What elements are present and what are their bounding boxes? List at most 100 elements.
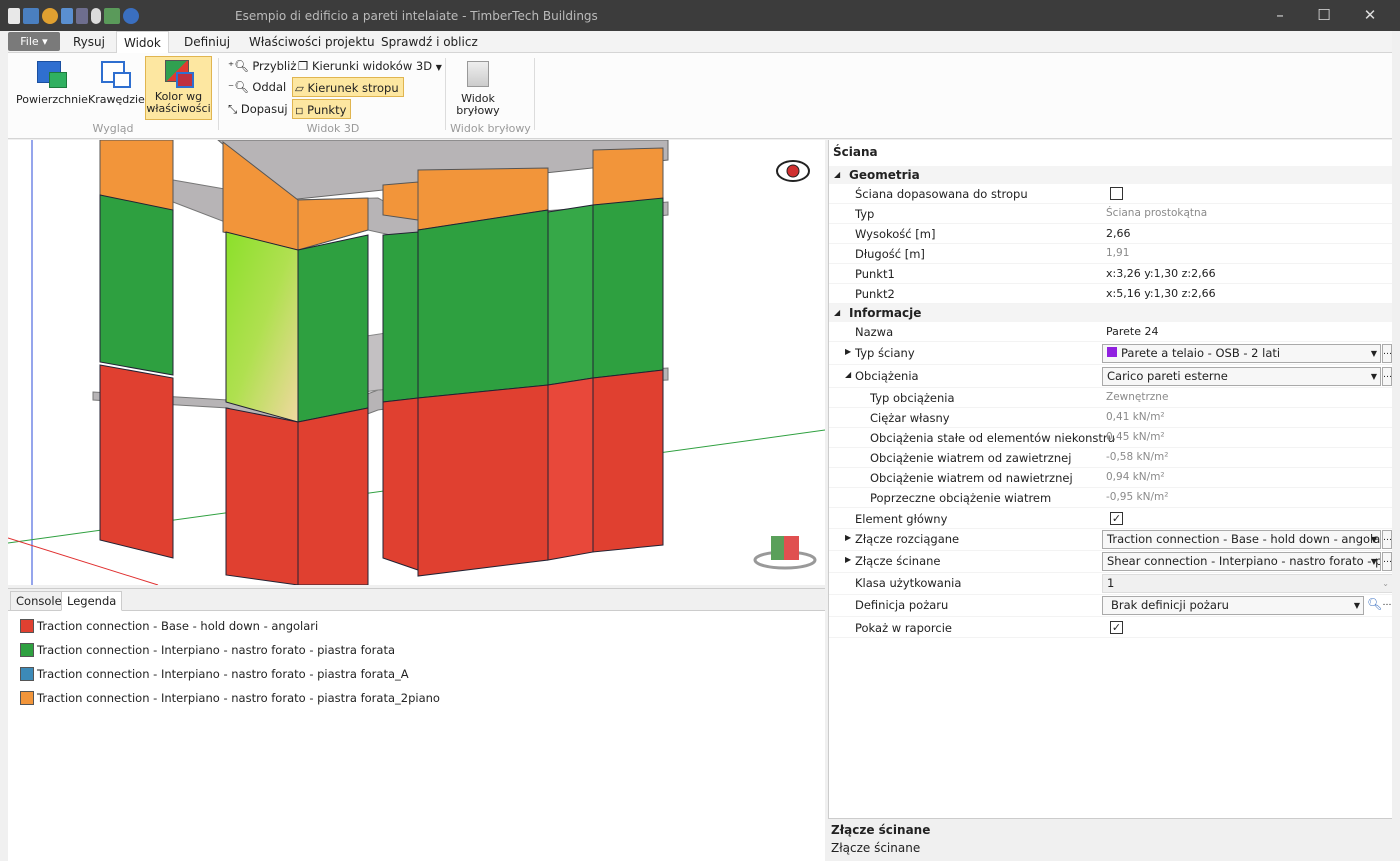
tab-wlasciwosci-projektu[interactable]: Właściwości projektu <box>242 31 382 53</box>
chevron-down-icon: ▼ <box>1370 557 1377 566</box>
tension-connection-more-button[interactable]: … <box>1382 530 1392 549</box>
fire-definition-more-button[interactable]: … <box>1382 596 1392 615</box>
property-label: Obciążenia <box>855 369 919 383</box>
tab-legenda[interactable]: Legenda <box>61 591 123 611</box>
selected-wall[interactable] <box>225 231 299 423</box>
wall-orange[interactable] <box>382 181 419 221</box>
save-icon[interactable] <box>23 8 39 24</box>
wall-type-more-button[interactable]: … <box>1382 344 1392 363</box>
collapse-icon[interactable]: ◢ <box>845 370 851 379</box>
property-label: Typ obciążenia <box>870 391 955 405</box>
edges-button[interactable]: Krawędzie <box>88 56 145 120</box>
category-label: Informacje <box>849 306 922 320</box>
3d-viewport[interactable] <box>8 140 825 585</box>
undo-icon[interactable] <box>61 8 73 24</box>
property-label: Pokaż w raporcie <box>855 621 952 635</box>
wall-green[interactable] <box>297 234 369 423</box>
tab-rysuj[interactable]: Rysuj <box>66 31 112 53</box>
shear-connection-value: Shear connection - Interpiano - nastro f… <box>1107 554 1381 568</box>
property-label: Ciężar własny <box>870 411 950 425</box>
wall-green[interactable] <box>547 204 594 386</box>
wall-orange[interactable] <box>592 147 664 206</box>
property-value: -0,95 kN/m² <box>1106 491 1169 503</box>
loads-dropdown[interactable]: Carico pareti esterne ▼ <box>1102 367 1381 386</box>
slab-direction-button[interactable]: ▱ Kierunek stropu <box>292 77 404 97</box>
wall-red[interactable] <box>417 384 549 577</box>
group-label-widok-brylowy: Widok bryłowy <box>450 122 531 135</box>
service-class-dropdown[interactable]: 1 ⌄ <box>1102 574 1393 593</box>
points-button[interactable]: ◽ Punkty <box>292 99 352 119</box>
height-value[interactable]: 2,66 <box>1106 227 1131 240</box>
property-row: Długość [m] 1,91 <box>829 244 1393 264</box>
shear-connection-dropdown[interactable]: Shear connection - Interpiano - nastro f… <box>1102 552 1381 571</box>
tension-connection-dropdown[interactable]: Traction connection - Base - hold down -… <box>1102 530 1381 549</box>
close-button[interactable]: ✕ <box>1350 4 1390 26</box>
view-directions-button[interactable]: ❒ Kierunki widoków 3D ▼ <box>296 56 442 76</box>
color-by-property-button[interactable]: Kolor wg właściwości <box>145 56 212 120</box>
legend-item: Traction connection - Base - hold down -… <box>20 618 318 634</box>
category-informacje[interactable]: ◢ Informacje <box>829 304 1393 322</box>
search-icon[interactable]: 🔍︎ <box>1367 597 1382 611</box>
legend-swatch <box>20 667 34 681</box>
wall-green[interactable] <box>592 197 664 379</box>
wall-red[interactable] <box>99 364 174 559</box>
wall-green[interactable] <box>382 231 419 403</box>
fit-button[interactable]: ⤡ Dopasuj <box>226 99 288 119</box>
shear-connection-more-button[interactable]: … <box>1382 552 1392 571</box>
main-element-checkbox[interactable]: ✓ <box>1110 512 1123 525</box>
category-geometria[interactable]: ◢ Geometria <box>829 166 1393 184</box>
ribbon-tabs: File ▾ Rysuj Widok Definiuj Właściwości … <box>8 31 1392 54</box>
property-row: Klasa użytkowania 1 ⌄ <box>829 573 1393 595</box>
tab-widok[interactable]: Widok <box>116 31 169 54</box>
building-model[interactable] <box>8 140 825 585</box>
wall-green[interactable] <box>417 209 549 399</box>
point2-value[interactable]: x:5,16 y:1,30 z:2,66 <box>1106 287 1216 300</box>
tab-sprawdz-i-oblicz[interactable]: Sprawdź i oblicz <box>374 31 485 53</box>
property-label: Złącze ścinane <box>855 554 941 568</box>
zoom-in-button[interactable]: ⁺🔍︎ Przybliż <box>226 56 296 76</box>
help-icon[interactable] <box>123 8 139 24</box>
wall-red[interactable] <box>547 377 594 561</box>
visibility-eye-icon[interactable] <box>776 160 810 182</box>
name-value[interactable]: Parete 24 <box>1106 325 1159 338</box>
app-logo-icon <box>8 8 20 24</box>
fire-definition-dropdown[interactable]: Brak definicji pożaru ▼ <box>1102 596 1364 615</box>
tab-console[interactable]: Console <box>10 591 68 611</box>
expand-icon[interactable]: ▶ <box>845 533 851 542</box>
wall-red[interactable] <box>382 397 419 571</box>
edges-label: Krawędzie <box>88 93 145 106</box>
tab-file[interactable]: File ▾ <box>8 32 60 51</box>
property-row: Punkt2 x:5,16 y:1,30 z:2,66 <box>829 284 1393 304</box>
chevron-down-icon: ▼ <box>1370 349 1377 358</box>
loads-more-button[interactable]: … <box>1382 367 1392 386</box>
wall-red[interactable] <box>592 369 664 553</box>
minimize-button[interactable]: – <box>1260 4 1300 26</box>
wall-red[interactable] <box>225 407 299 585</box>
wall-red[interactable] <box>297 407 369 585</box>
surfaces-button[interactable]: Powierzchnie <box>16 56 88 120</box>
wall-type-dropdown[interactable]: Parete a telaio - OSB - 2 lati ▼ <box>1102 344 1381 363</box>
property-label: Nazwa <box>855 325 894 339</box>
tab-definiuj[interactable]: Definiuj <box>177 31 237 53</box>
refresh-icon[interactable] <box>42 8 58 24</box>
expand-icon[interactable]: ▶ <box>845 347 851 356</box>
redo-icon[interactable] <box>76 8 88 24</box>
wall-green[interactable] <box>99 194 174 376</box>
wall-type-value: Parete a telaio - OSB - 2 lati <box>1121 346 1281 360</box>
maximize-button[interactable]: ☐ <box>1304 4 1344 26</box>
export-icon[interactable] <box>104 8 120 24</box>
window-edge <box>1392 31 1400 861</box>
property-row: Poprzeczne obciążenie wiatrem -0,95 kN/m… <box>829 488 1393 508</box>
property-value: 1,91 <box>1106 247 1130 259</box>
fit-to-slab-checkbox[interactable] <box>1110 187 1123 200</box>
zoom-out-button[interactable]: ⁻🔍︎ Oddal <box>226 77 286 97</box>
view-cube-icon[interactable] <box>753 536 817 570</box>
bottom-panel-tabs: Console Legenda <box>8 589 825 611</box>
settings-icon[interactable] <box>91 8 101 24</box>
show-in-report-checkbox[interactable]: ✓ <box>1110 621 1123 634</box>
expand-icon[interactable]: ▶ <box>845 555 851 564</box>
edges-icon <box>99 59 133 89</box>
point1-value[interactable]: x:3,26 y:1,30 z:2,66 <box>1106 267 1216 280</box>
solid-view-button[interactable]: Widok bryłowy <box>451 56 505 120</box>
slab-direction-icon: ▱ <box>295 81 304 95</box>
